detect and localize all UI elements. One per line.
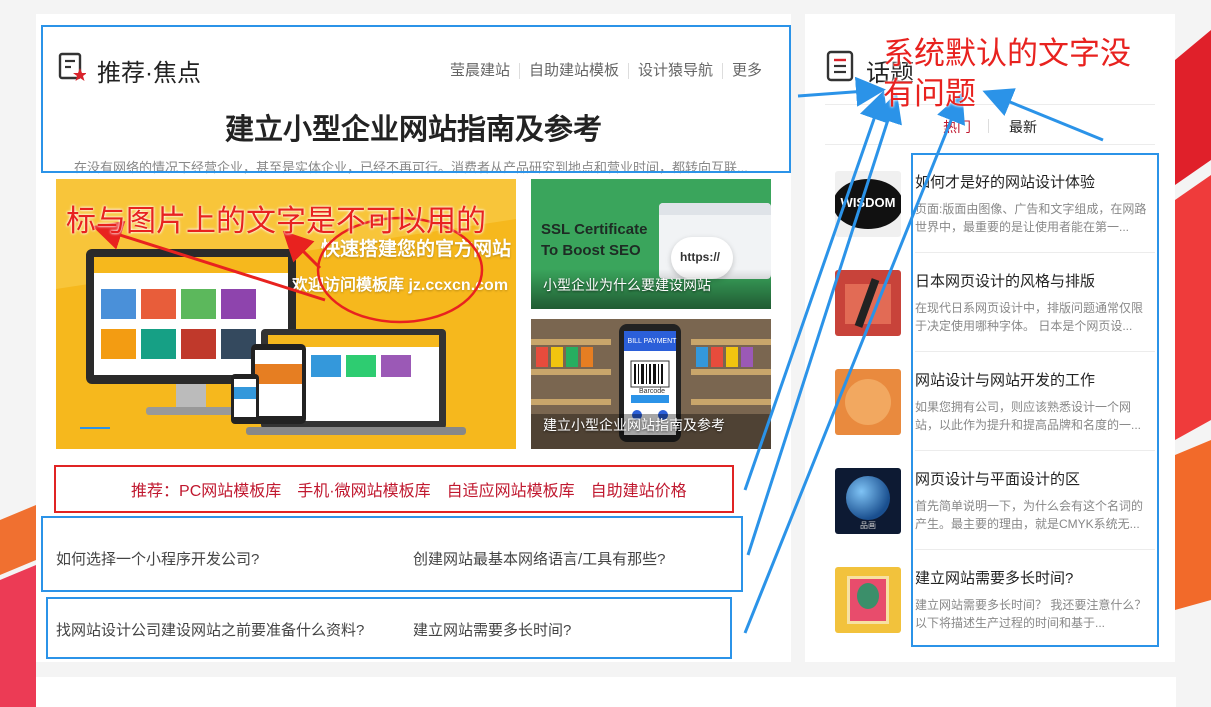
tab-hot[interactable]: 热门 — [943, 117, 971, 137]
topic-thumb-wisdom-label: WISDOM — [840, 195, 896, 210]
article-link-duration[interactable]: 建立网站需要多长时间? — [413, 619, 571, 640]
recommend-link-price[interactable]: 自助建站价格 — [591, 483, 687, 500]
topics-section-icon — [826, 50, 854, 82]
topic-title[interactable]: 网页设计与平面设计的区 — [915, 468, 1080, 489]
ssl-card-title: SSL Certificate — [541, 221, 648, 238]
https-label: https:// — [680, 250, 720, 264]
side-card-payment[interactable]: BILL PAYMENT Barcode 建立小型企业网站指南及参考 — [531, 319, 771, 449]
topic-item[interactable]: 网站设计与网站开发的工作 如果您拥有公司，则应该熟悉设计一个网站，以此作为提升和… — [835, 369, 1155, 468]
recommend-link-adaptive[interactable]: 自适应网站模板库 — [447, 483, 575, 500]
topic-thumb-portrait — [835, 567, 901, 633]
recommend-row: 推荐：PC网站模板库 手机·微网站模板库 自适应网站模板库 自助建站价格 — [131, 477, 703, 501]
nav-link-more[interactable]: 更多 — [721, 63, 771, 79]
topic-thumb-globe-label: 品画 — [860, 521, 876, 530]
topic-desc: 在现代日系网页设计中，排版问题通常仅限于决定使用哪种字体。 日本是个网页设... — [915, 301, 1144, 333]
article-link-web-languages[interactable]: 创建网站最基本网络语言/工具有那些? — [413, 548, 666, 569]
focus-section-title: 推荐·焦点 — [97, 60, 201, 87]
topic-divider — [915, 252, 1155, 253]
bottom-panel — [36, 677, 1176, 707]
topic-thumb-wisdom: WISDOM — [835, 171, 901, 237]
side-card-payment-caption: 建立小型企业网站指南及参考 — [543, 417, 725, 433]
barcode-label: Barcode — [638, 388, 666, 395]
topic-title[interactable]: 网站设计与网站开发的工作 — [915, 369, 1095, 390]
focus-summary: 在没有网络的情况下经营企业，甚至是实体企业，已经不再可行。消费者从产品研究到地点… — [74, 160, 748, 175]
recommend-prefix: 推荐： — [131, 483, 180, 500]
nav-link-templates[interactable]: 自助建站模板 — [518, 63, 628, 79]
focus-section-icon — [58, 52, 87, 82]
topic-desc: 建立网站需要多长时间？ 我还要注意什么？ 以下将描述生产过程的时间和基于... — [915, 598, 1147, 630]
topic-title[interactable]: 日本网页设计的风格与排版 — [915, 270, 1095, 291]
topic-item[interactable]: 日本网页设计的风格与排版 在现代日系网页设计中，排版问题通常仅限于决定使用哪种字… — [835, 270, 1155, 369]
hero-line1: 快速搭建您的官方网站 — [321, 239, 512, 260]
topic-item[interactable]: WISDOM 如何才是好的网站设计体验 页面:版面由图像、广告和文字组成，在网路… — [835, 171, 1155, 270]
nav-link-design-nav[interactable]: 设计猿导航 — [627, 63, 722, 79]
focus-headline[interactable]: 建立小型企业网站指南及参考 — [36, 106, 791, 148]
hero-illustration — [56, 179, 516, 435]
hero-line2: 欢迎访问模板库 jz.ccxcn.com — [292, 277, 509, 294]
focus-nav: 莹晨建站 自助建站模板 设计猿导航 更多 — [441, 63, 771, 79]
nav-link-yingchen[interactable]: 莹晨建站 — [441, 63, 519, 79]
payment-screen-header: BILL PAYMENT — [627, 338, 677, 345]
topic-item[interactable]: 建立网站需要多长时间? 建立网站需要多长时间？ 我还要注意什么？ 以下将描述生产… — [835, 567, 1155, 666]
topic-divider — [915, 351, 1155, 352]
topic-desc: 页面:版面由图像、广告和文字组成，在网路世界中，最重要的是让使用者能在第一... — [915, 202, 1147, 234]
recommend-link-mobile[interactable]: 手机·微网站模板库 — [297, 483, 430, 500]
hero-banner[interactable]: 快速搭建您的官方网站 欢迎访问模板库 jz.ccxcn.com — [56, 179, 516, 449]
topics-header-divider — [825, 104, 1155, 105]
topic-thumb-dev — [835, 369, 901, 435]
article-link-miniprogram[interactable]: 如何选择一个小程序开发公司? — [56, 548, 259, 569]
topic-thumb-japan — [835, 270, 901, 336]
ssl-card-subtitle: To Boost SEO — [541, 242, 641, 259]
topic-item[interactable]: 品画 网页设计与平面设计的区 首先简单说明一下，为什么会有这个名词的产生。最主要… — [835, 468, 1155, 567]
article-link-preparation[interactable]: 找网站设计公司建设网站之前要准备什么资料? — [56, 619, 364, 640]
focus-panel: 推荐·焦点 莹晨建站 自助建站模板 设计猿导航 更多 建立小型企业网站指南及参考… — [36, 14, 791, 662]
side-card-ssl[interactable]: SSL Certificate To Boost SEO https:// 小型… — [531, 179, 771, 309]
topic-thumb-globe: 品画 — [835, 468, 901, 534]
topics-panel: 话题 热门 最新 WISDOM 如何才是好的网站设计体验 页面:版面由图像、广告… — [805, 14, 1175, 662]
topic-desc: 如果您拥有公司，则应该熟悉设计一个网站，以此作为提升和提高品牌和名度的一... — [915, 400, 1142, 432]
topics-section-title: 话题 — [866, 60, 914, 87]
topic-desc: 首先简单说明一下，为什么会有这个名词的产生。最主要的理由，就是CMYK系统无..… — [915, 499, 1144, 531]
topic-title[interactable]: 如何才是好的网站设计体验 — [915, 171, 1095, 192]
topic-divider — [915, 450, 1155, 451]
topic-divider — [915, 549, 1155, 550]
tab-separator — [988, 119, 989, 133]
tab-latest[interactable]: 最新 — [1009, 117, 1037, 137]
tabs-divider — [825, 144, 1155, 145]
recommend-link-pc[interactable]: PC网站模板库 — [179, 483, 281, 500]
side-card-ssl-caption: 小型企业为什么要建设网站 — [543, 277, 711, 293]
topic-title[interactable]: 建立网站需要多长时间? — [915, 567, 1073, 588]
